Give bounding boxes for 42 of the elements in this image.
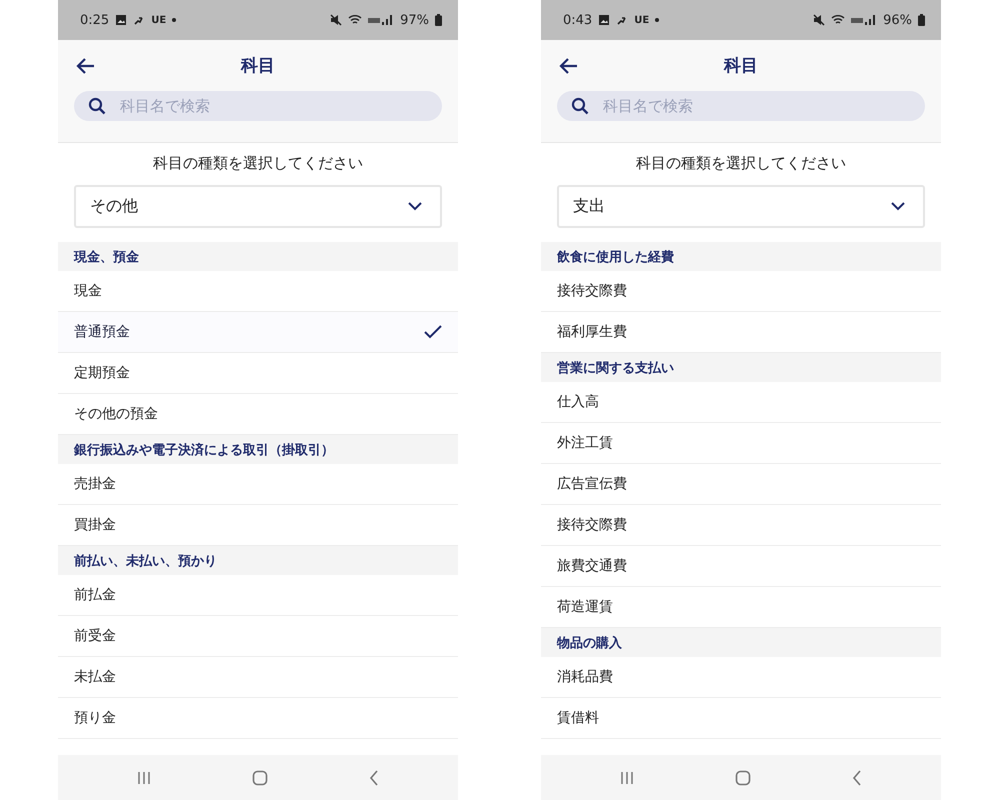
image-icon bbox=[598, 14, 610, 26]
mute-icon bbox=[813, 14, 826, 26]
checkmark-icon bbox=[424, 325, 442, 339]
chevron-down-icon bbox=[408, 202, 422, 211]
prompt-text: 科目の種類を選択してください bbox=[635, 154, 847, 173]
battery-icon bbox=[435, 14, 442, 26]
account-item[interactable]: 普通預金 bbox=[58, 312, 458, 353]
carrier-label: UE bbox=[634, 14, 650, 26]
section-heading: 前払い、未払い、預かり bbox=[58, 546, 458, 575]
section-heading: 銀行振込みや電子決済による取引（掛取引） bbox=[58, 435, 458, 464]
wifi-icon bbox=[348, 14, 362, 26]
prompt-text: 科目の種類を選択してください bbox=[152, 154, 364, 173]
home-icon[interactable] bbox=[252, 770, 268, 786]
status-time: 0:25 bbox=[80, 12, 110, 28]
wifi-icon bbox=[831, 14, 846, 26]
chevron-down-icon bbox=[891, 202, 905, 211]
status-time: 0:43 bbox=[563, 12, 592, 28]
back-icon[interactable] bbox=[369, 770, 380, 786]
screen-title: 科目 bbox=[240, 55, 276, 77]
recent-apps-icon[interactable] bbox=[620, 770, 634, 784]
signal-icon bbox=[368, 14, 394, 26]
search-field[interactable]: 科目名で検索 bbox=[74, 91, 442, 121]
category-dropdown[interactable]: その他 bbox=[74, 185, 442, 228]
section-heading: 飲食に使用した経費 bbox=[541, 242, 941, 271]
dot-icon bbox=[172, 18, 176, 22]
search-field[interactable]: 科目名で検索 bbox=[557, 91, 925, 121]
signal-icon bbox=[851, 14, 878, 26]
category-dropdown[interactable]: 支出 bbox=[557, 185, 925, 228]
dot-icon bbox=[655, 18, 660, 22]
section-heading: 物品の購入 bbox=[541, 628, 941, 657]
section-heading: 現金、預金 bbox=[58, 242, 458, 271]
home-icon[interactable] bbox=[734, 770, 751, 786]
screen-title: 科目 bbox=[722, 55, 759, 77]
carrier-label: UE bbox=[151, 14, 166, 26]
image-icon bbox=[115, 14, 128, 26]
recent-apps-icon[interactable] bbox=[136, 770, 151, 784]
back-icon[interactable] bbox=[852, 770, 862, 786]
section-heading: 営業に関する支払い bbox=[541, 353, 941, 382]
mute-icon bbox=[330, 14, 342, 26]
battery-percent: 96% bbox=[883, 12, 912, 28]
battery-icon bbox=[918, 14, 925, 26]
battery-percent: 97% bbox=[400, 12, 429, 28]
